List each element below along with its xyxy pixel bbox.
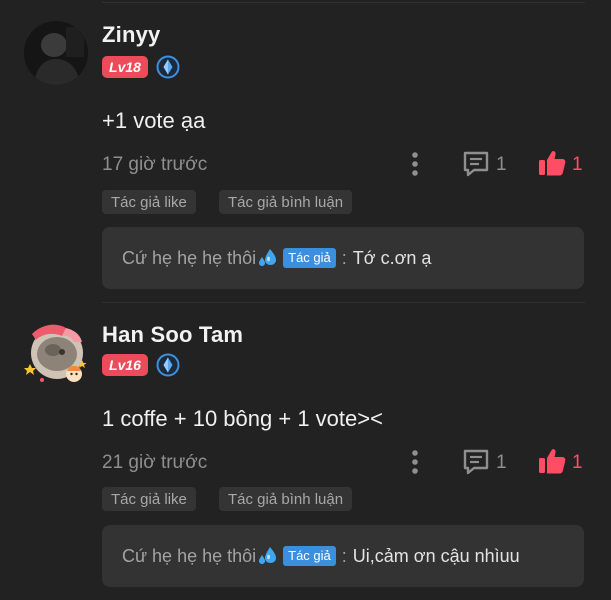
author-reply[interactable]: Cứ hẹ hẹ hẹ thôi Tác giả : Tớ c.ơn ạ <box>102 227 584 289</box>
level-badge: Lv16 <box>102 354 148 376</box>
reply-count: 1 <box>496 452 507 473</box>
reply-text: Tớ c.ơn ạ <box>352 247 432 268</box>
rank-diamond-icon <box>156 55 180 79</box>
more-vertical-icon[interactable] <box>406 150 424 178</box>
timestamp: 17 giờ trước <box>102 154 208 175</box>
level-badge: Lv18 <box>102 56 148 78</box>
rank-diamond-icon <box>156 353 180 377</box>
username[interactable]: Han Soo Tam <box>102 322 243 348</box>
like-count: 1 <box>572 154 583 175</box>
like-count: 1 <box>572 452 583 473</box>
comment-icon[interactable] <box>462 150 490 178</box>
reply-separator: : <box>341 247 347 268</box>
comment-icon[interactable] <box>462 448 490 476</box>
tag-author-liked: Tác giả like <box>102 190 196 214</box>
timestamp: 21 giờ trước <box>102 452 208 473</box>
reply-count: 1 <box>496 154 507 175</box>
username[interactable]: Zinyy <box>102 22 160 48</box>
reply-separator: : <box>341 545 347 566</box>
tag-author-commented: Tác giả bình luận <box>219 190 353 214</box>
comment-item: Zinyy Lv18 +1 vote ạa 17 giờ trước 1 1 T… <box>0 0 611 300</box>
author-badge: Tác giả <box>283 546 336 566</box>
author-reply[interactable]: Cứ hẹ hẹ hẹ thôi Tác giả : Ui,cảm ơn cậu… <box>102 525 584 587</box>
avatar[interactable] <box>24 21 88 85</box>
thumbs-up-icon[interactable] <box>537 149 567 177</box>
sweat-drops-emoji <box>259 249 277 266</box>
thumbs-up-icon[interactable] <box>537 447 567 475</box>
reply-text: Ui,cảm ơn cậu nhìuu <box>352 545 520 566</box>
tag-author-commented: Tác giả bình luận <box>219 487 353 511</box>
avatar[interactable] <box>22 318 92 388</box>
comment-text: +1 vote ạa <box>102 108 206 133</box>
author-badge: Tác giả <box>283 248 336 268</box>
reply-author-name: Cứ hẹ hẹ hẹ thôi <box>122 247 257 268</box>
reply-author-name: Cứ hẹ hẹ hẹ thôi <box>122 545 257 566</box>
more-vertical-icon[interactable] <box>406 448 424 476</box>
sweat-drops-emoji <box>259 547 277 564</box>
comment-item: Han Soo Tam Lv16 1 coffe + 10 bông + 1 v… <box>0 300 611 600</box>
comment-text: 1 coffe + 10 bông + 1 vote>< <box>102 406 383 431</box>
tag-author-liked: Tác giả like <box>102 487 196 511</box>
